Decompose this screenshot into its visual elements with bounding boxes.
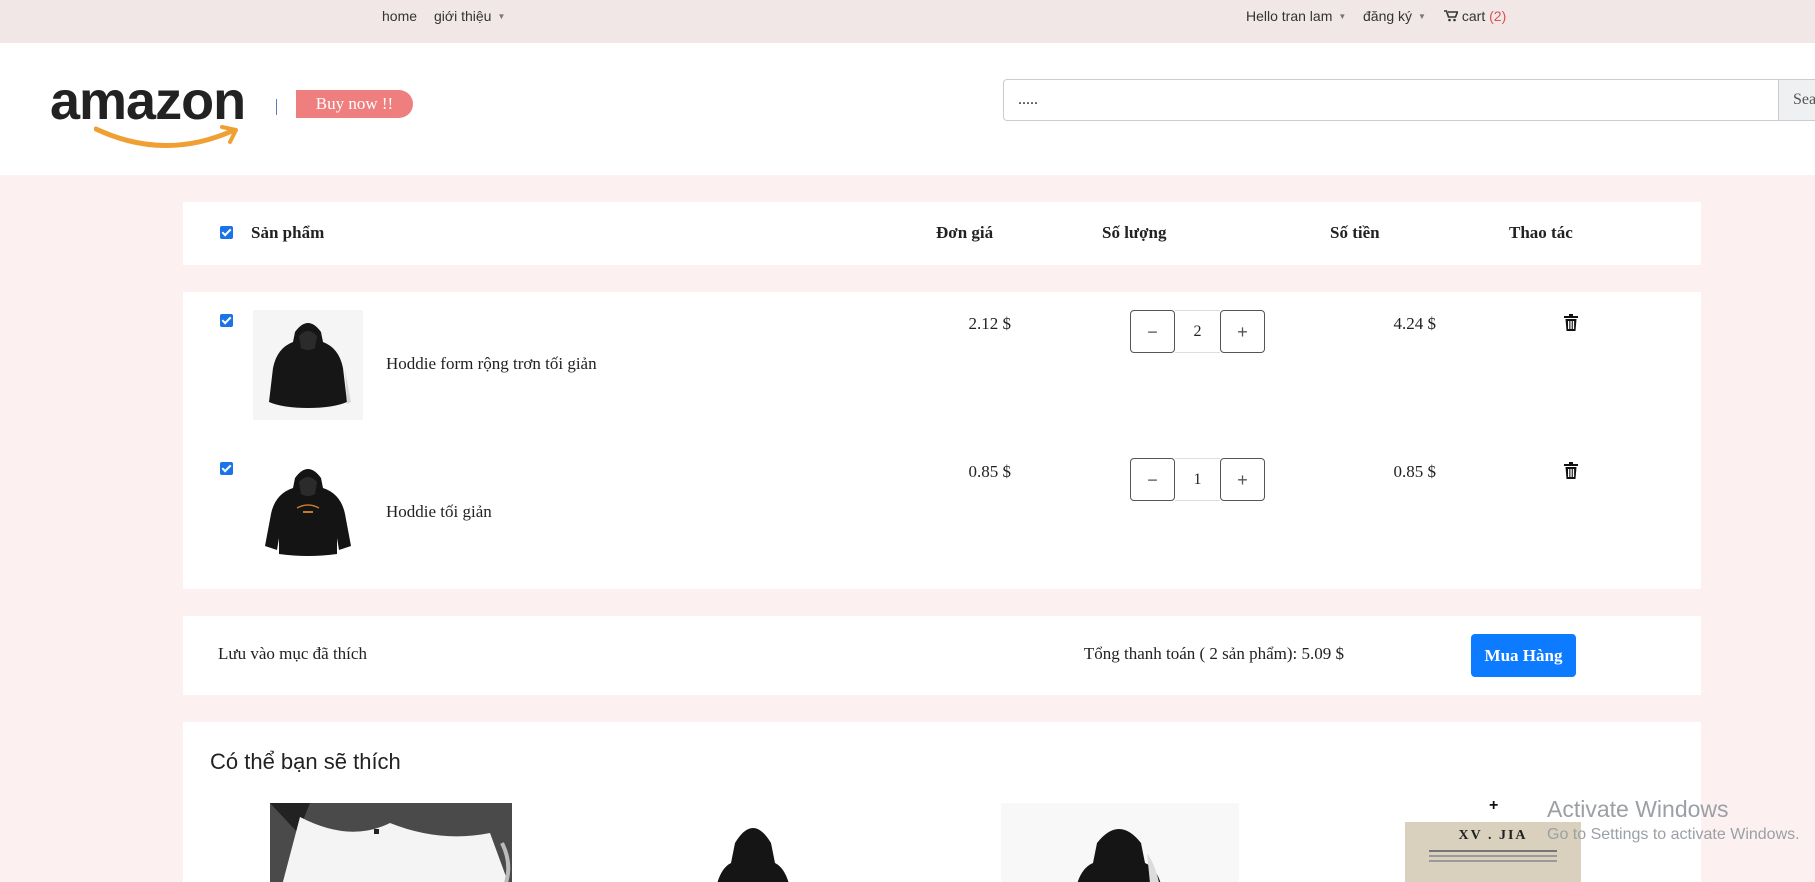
quantity-stepper: − 2 + [1130, 310, 1265, 353]
suggestions-title: Có thể bạn sẽ thích [210, 749, 401, 774]
nav-intro-dropdown[interactable]: giới thiệu ▼ [434, 8, 505, 24]
product-image[interactable] [253, 458, 363, 568]
cart-row: Hoddie form rộng trơn tối giản 2.12 $ − … [183, 292, 1701, 440]
user-greeting: Hello tran lam [1246, 8, 1333, 24]
trash-icon[interactable] [1563, 314, 1579, 332]
cart-count-badge: (2) [1489, 8, 1507, 24]
select-all-checkbox[interactable] [220, 226, 233, 239]
top-nav-bar: home giới thiệu ▼ Hello tran lam ▼ đăng ký… [0, 0, 1815, 43]
label-fine-print [1429, 850, 1557, 852]
cart-label: cart [1461, 8, 1486, 24]
col-action: Thao tác [1509, 223, 1573, 242]
total-payment: Tổng thanh toán ( 2 sản phẩm): 5.09 $ [1083, 644, 1344, 663]
logo-divider [276, 99, 277, 115]
hoodie-image [1001, 803, 1239, 882]
search-button[interactable]: Search [1778, 79, 1815, 121]
suggested-product-card[interactable] [663, 803, 843, 882]
hoodie-image [717, 828, 789, 882]
search-input[interactable] [1003, 79, 1779, 121]
cart-icon [1444, 10, 1459, 22]
cart-link[interactable]: cart (2) [1444, 8, 1506, 24]
suggested-product-card[interactable] [1001, 803, 1239, 882]
hoodie-image [253, 310, 363, 420]
product-image[interactable] [253, 310, 363, 420]
col-amount: Số tiền [1330, 223, 1380, 242]
save-to-favorites-link[interactable]: Lưu vào mục đã thích [218, 644, 367, 664]
trash-icon[interactable] [1563, 462, 1579, 480]
product-name[interactable]: Hoddie tối giản [386, 502, 492, 522]
suggested-product-card[interactable] [270, 803, 512, 882]
item-checkbox[interactable] [220, 462, 233, 475]
col-product: Sản phẩm [251, 223, 325, 242]
unit-price: 0.85 $ [968, 462, 1012, 481]
register-dropdown[interactable]: đăng ký ▼ [1363, 8, 1426, 24]
decrease-quantity-button[interactable]: − [1130, 458, 1175, 501]
checkout-button[interactable]: Mua Hàng [1471, 634, 1576, 677]
cart-table-header: Sản phẩm Đơn giá Số lượng Số tiền Thao t… [183, 202, 1701, 265]
label-fine-print [1429, 860, 1557, 862]
watermark-title: Activate Windows [1547, 796, 1729, 822]
increase-quantity-button[interactable]: + [1220, 310, 1265, 353]
logo-smile-icon [94, 125, 238, 148]
item-checkbox[interactable] [220, 314, 233, 327]
cart-summary: Lưu vào mục đã thích Tổng thanh toán ( 2… [183, 616, 1701, 695]
caret-down-icon: ▼ [1418, 12, 1426, 21]
quantity-value[interactable]: 1 [1175, 458, 1220, 501]
suggested-products: Có thể bạn sẽ thích + XV . JIA [183, 722, 1701, 882]
unit-price: 2.12 $ [968, 314, 1012, 333]
cart-row: Hoddie tối giản 0.85 $ − 1 + 0.85 $ [183, 440, 1701, 588]
nav-home-link[interactable]: home [382, 8, 417, 24]
tshirt-image [270, 803, 512, 882]
buy-now-button[interactable]: Buy now !! [296, 90, 413, 118]
increase-quantity-button[interactable]: + [1220, 458, 1265, 501]
watermark-subtitle: Go to Settings to activate Windows. [1547, 826, 1800, 843]
caret-down-icon: ▼ [497, 12, 506, 21]
quantity-stepper: − 1 + [1130, 458, 1265, 501]
caret-down-icon: ▼ [1338, 12, 1347, 21]
label-fine-print [1429, 855, 1557, 857]
decrease-quantity-button[interactable]: − [1130, 310, 1175, 353]
logo-wordmark: amazon [50, 71, 246, 131]
windows-activation-watermark: Activate Windows Go to Settings to activ… [1547, 796, 1800, 844]
register-label: đăng ký [1363, 8, 1413, 24]
amazon-logo[interactable]: amazon [50, 71, 270, 151]
plus-icon: + [1489, 797, 1499, 814]
site-header: amazon Buy now !! Search [0, 43, 1815, 175]
line-amount: 0.85 $ [1393, 462, 1437, 481]
line-amount: 4.24 $ [1393, 314, 1437, 333]
nav-intro-label: giới thiệu [434, 8, 492, 24]
user-menu-dropdown[interactable]: Hello tran lam ▼ [1246, 8, 1346, 24]
hoodie-image [265, 469, 351, 556]
quantity-value[interactable]: 2 [1175, 310, 1220, 353]
cart-items: Hoddie form rộng trơn tối giản 2.12 $ − … [183, 292, 1701, 589]
product-name[interactable]: Hoddie form rộng trơn tối giản [386, 354, 597, 374]
col-quantity: Số lượng [1102, 223, 1167, 242]
col-unit-price: Đơn giá [936, 223, 994, 242]
